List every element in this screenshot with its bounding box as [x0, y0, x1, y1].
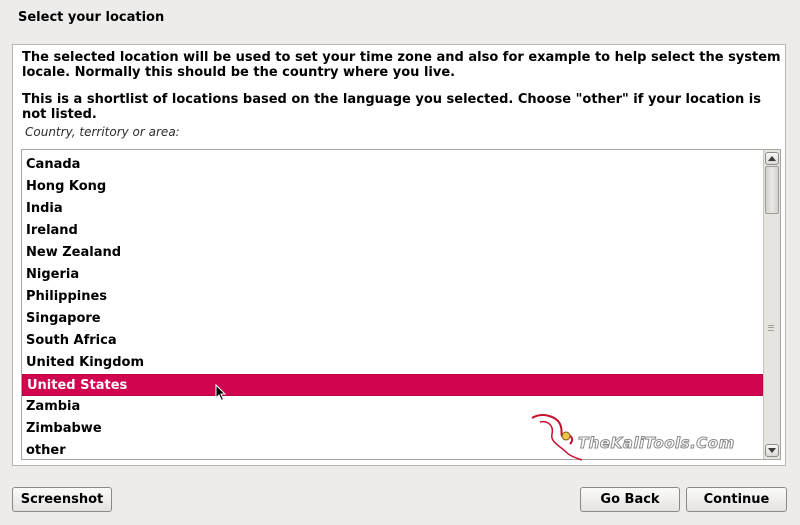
screenshot-button[interactable]: Screenshot: [12, 487, 112, 512]
list-item[interactable]: Canada: [22, 154, 763, 176]
list-item[interactable]: Ireland: [22, 220, 763, 242]
list-item[interactable]: Philippines: [22, 286, 763, 308]
arrow-up-icon: [768, 156, 776, 161]
list-item[interactable]: Zambia: [22, 396, 763, 418]
scroll-down-button[interactable]: [765, 444, 779, 457]
continue-button[interactable]: Continue: [686, 487, 787, 512]
mouse-pointer-icon: [215, 384, 227, 402]
content-panel: The selected location will be used to se…: [12, 44, 786, 466]
list-item[interactable]: other: [22, 440, 763, 459]
location-listbox[interactable]: Canada Hong Kong India Ireland New Zealand Ni…: [21, 149, 781, 460]
list-item[interactable]: Nigeria: [22, 264, 763, 286]
go-back-button[interactable]: Go Back: [580, 487, 680, 512]
list-item[interactable]: United Kingdom: [22, 352, 763, 374]
arrow-down-icon: [768, 448, 776, 453]
list-item-selected[interactable]: United States: [22, 374, 763, 396]
location-list: Canada Hong Kong India Ireland New Zealand Ni…: [22, 154, 763, 459]
scrollbar-grip-icon: [768, 325, 774, 331]
vertical-scrollbar[interactable]: [763, 150, 780, 459]
list-item[interactable]: Zimbabwe: [22, 418, 763, 440]
page-title: Select your location: [18, 10, 165, 25]
list-item[interactable]: India: [22, 198, 763, 220]
description-paragraph-shortlist: This is a shortlist of locations based o…: [22, 92, 761, 122]
description-paragraph: The selected location will be used to se…: [22, 50, 781, 80]
list-item[interactable]: South Africa: [22, 330, 763, 352]
list-item[interactable]: Singapore: [22, 308, 763, 330]
scroll-up-button[interactable]: [765, 152, 779, 165]
scrollbar-thumb[interactable]: [765, 166, 779, 214]
list-item[interactable]: New Zealand: [22, 242, 763, 264]
location-field-label: Country, territory or area:: [25, 125, 180, 139]
list-item[interactable]: Hong Kong: [22, 176, 763, 198]
